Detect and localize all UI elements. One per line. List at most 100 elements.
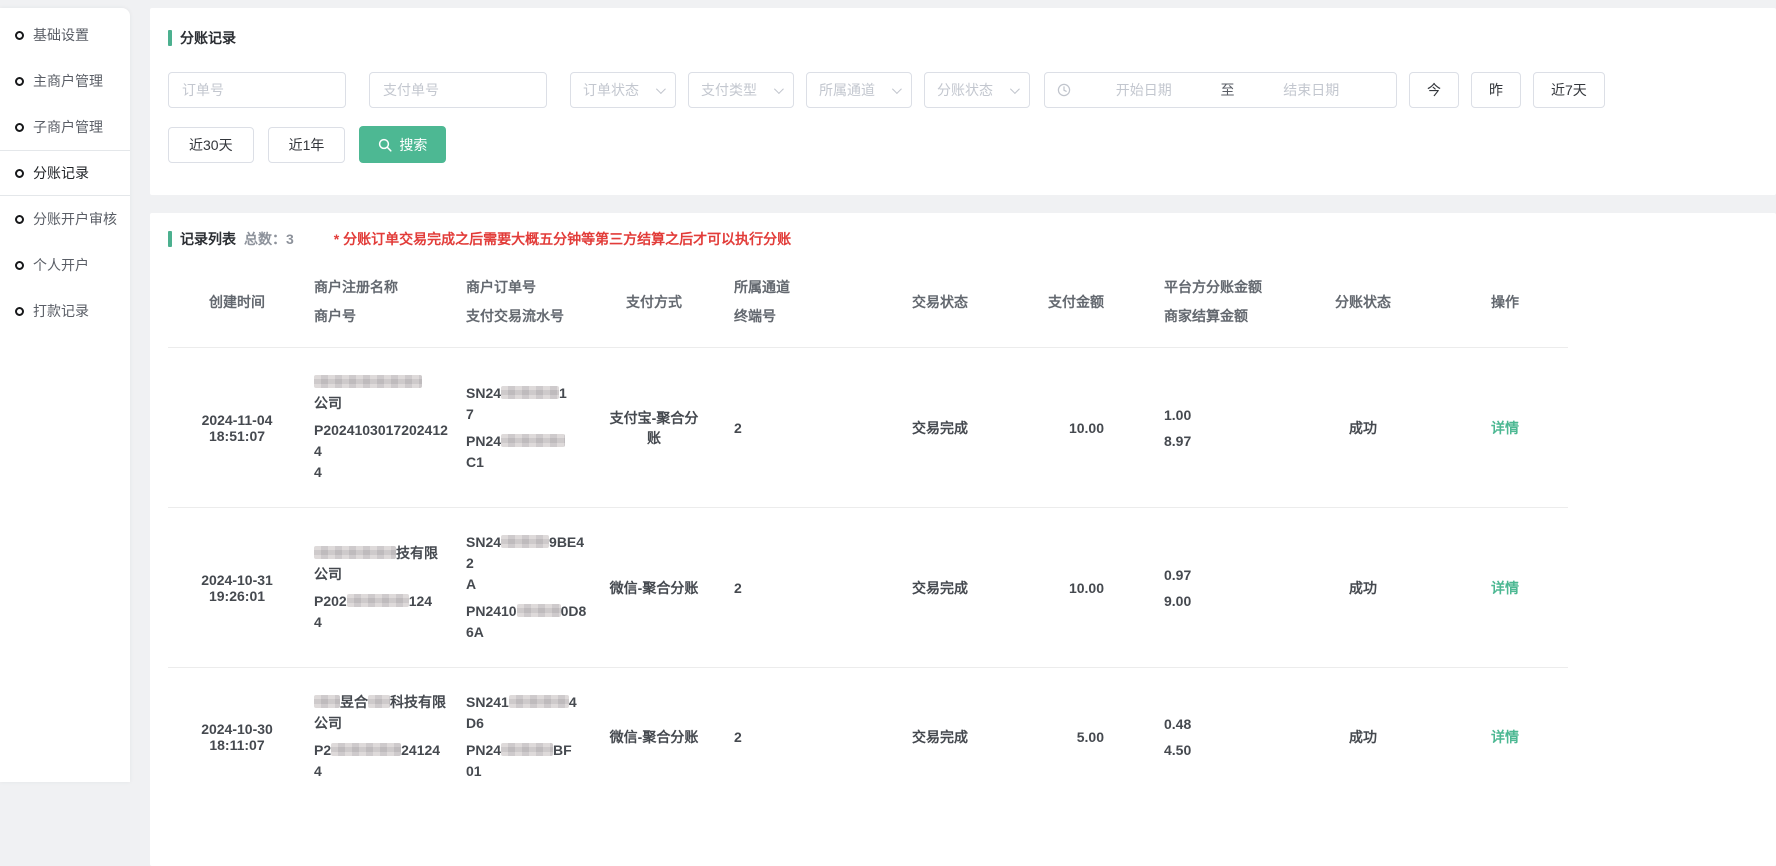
sidebar-item-0[interactable]: 基础设置 [0,12,130,58]
date-range-picker[interactable]: 开始日期 至 结束日期 [1044,72,1397,108]
select-placeholder: 支付类型 [701,80,757,100]
created-time-cell: 2024-11-04 18:51:07 [168,348,306,508]
redacted-text [314,546,396,559]
sidebar-item-3[interactable]: 分账记录 [0,150,130,196]
column-header-2: 商户订单号支付交易流水号 [458,263,598,348]
pay-amount-cell: 5.00 [1020,668,1112,807]
search-icon [378,138,392,152]
order-no-input[interactable] [168,72,346,108]
filter-row-1: 订单状态 支付类型 所属通道 分账状态 开始日期 至 结束日期 今昨近7天 [168,72,1758,108]
records-card: 记录列表 总数：3 * 分账订单交易完成之后需要大概五分钟等第三方结算之后才可以… [150,213,1776,866]
table-header-row: 创建时间商户注册名称商户号商户订单号支付交易流水号支付方式所属通道终端号交易状态… [168,263,1568,348]
main-content: 分账记录 订单状态支付类型所属通道分账状态 开始日期 至 结束日期 [150,0,1776,866]
trade-status-cell: 交易完成 [860,348,1020,508]
column-header-0: 创建时间 [168,263,306,348]
quick-range-button2-0[interactable]: 近30天 [168,127,254,163]
sidebar-item-label: 分账记录 [33,163,89,183]
filter-card: 分账记录 订单状态 支付类型 所属通道 分账状态 开始日期 至 结束日期 [150,8,1776,195]
date-separator: 至 [1217,80,1239,100]
sidebar: 基础设置主商户管理子商户管理分账记录分账开户审核个人开户打款记录 [0,8,130,782]
sidebar-item-label: 分账开户审核 [33,209,117,229]
redacted-text [368,695,390,708]
table-row: 2024-11-04 18:51:07公司P202410301720241244… [168,348,1568,508]
filter-row-2: 近30天近1年 搜索 [168,126,1758,163]
order-cell: SN249BE42APN24100D86A [458,508,598,668]
sidebar-item-1[interactable]: 主商户管理 [0,58,130,104]
sidebar-item-4[interactable]: 分账开户审核 [0,196,130,242]
pay-no-input[interactable] [369,72,547,108]
select-placeholder: 所属通道 [819,80,875,100]
sidebar-item-5[interactable]: 个人开户 [0,242,130,288]
circle-icon [15,307,24,316]
column-header-6: 支付金额 [1020,263,1112,348]
sidebar-item-label: 打款记录 [33,301,89,321]
sidebar-item-label: 主商户管理 [33,71,103,91]
column-header-1: 商户注册名称商户号 [306,263,458,348]
action-cell: 详情 [1442,348,1568,508]
trade-status-cell: 交易完成 [860,668,1020,807]
column-header-5: 交易状态 [860,263,1020,348]
merchant-cell: 技有限公司P2021244 [306,508,458,668]
quick-range-button-1[interactable]: 昨 [1471,72,1521,108]
select-placeholder: 分账状态 [937,80,993,100]
circle-icon [15,77,24,86]
filter-select-2[interactable]: 所属通道 [806,72,912,108]
pay-method-cell: 微信-聚合分账 [598,508,710,668]
search-button-label: 搜索 [399,135,427,155]
column-header-4: 所属通道终端号 [710,263,860,348]
chevron-down-icon [774,84,784,94]
end-date-placeholder[interactable]: 结束日期 [1239,80,1385,100]
filter-select-3[interactable]: 分账状态 [924,72,1030,108]
sidebar-item-label: 子商户管理 [33,117,103,137]
split-amount-cell: 1.008.97 [1112,348,1284,508]
quick-range-button2-1[interactable]: 近1年 [268,127,346,163]
pay-amount-cell: 10.00 [1020,348,1112,508]
select-placeholder: 订单状态 [583,80,639,100]
terminal-cell: 2 [710,668,860,807]
redacted-text [501,434,565,447]
terminal-cell: 2 [710,508,860,668]
app-layout: 基础设置主商户管理子商户管理分账记录分账开户审核个人开户打款记录 分账记录 订单… [0,0,1776,866]
redacted-text [314,695,340,708]
chevron-down-icon [656,84,666,94]
trade-status-cell: 交易完成 [860,508,1020,668]
sidebar-item-2[interactable]: 子商户管理 [0,104,130,150]
title-accent-bar [168,30,172,46]
total-count: 总数：3 [244,229,294,249]
redacted-text [331,743,401,756]
filter-select-0[interactable]: 订单状态 [570,72,676,108]
terminal-cell: 2 [710,348,860,508]
redacted-text [314,375,422,388]
redacted-text [517,604,561,617]
circle-icon [15,169,24,178]
records-table: 创建时间商户注册名称商户号商户订单号支付交易流水号支付方式所属通道终端号交易状态… [168,263,1568,806]
quick-range-button-2[interactable]: 近7天 [1533,72,1605,108]
split-amount-cell: 0.979.00 [1112,508,1284,668]
search-button[interactable]: 搜索 [359,126,446,163]
title-accent-bar [168,231,172,247]
pay-method-cell: 微信-聚合分账 [598,668,710,807]
quick-range-button-0[interactable]: 今 [1409,72,1459,108]
redacted-text [509,695,569,708]
column-header-3: 支付方式 [598,263,710,348]
circle-icon [15,261,24,270]
page-title-text: 分账记录 [180,28,236,48]
start-date-placeholder[interactable]: 开始日期 [1071,80,1217,100]
created-time-cell: 2024-10-30 18:11:07 [168,668,306,807]
filter-select-1[interactable]: 支付类型 [688,72,794,108]
detail-link[interactable]: 详情 [1491,420,1519,436]
detail-link[interactable]: 详情 [1491,729,1519,745]
sidebar-item-6[interactable]: 打款记录 [0,288,130,334]
list-title-row: 记录列表 总数：3 * 分账订单交易完成之后需要大概五分钟等第三方结算之后才可以… [168,229,1758,249]
created-time-cell: 2024-10-31 19:26:01 [168,508,306,668]
order-cell: SN2417PN24C1 [458,348,598,508]
table-row: 2024-10-30 18:11:07昱合科技有限公司P2241244SN241… [168,668,1568,807]
column-header-8: 分账状态 [1284,263,1442,348]
list-title-text: 记录列表 [180,229,236,249]
detail-link[interactable]: 详情 [1491,580,1519,596]
pay-amount-cell: 10.00 [1020,508,1112,668]
sidebar-item-label: 基础设置 [33,25,89,45]
merchant-cell: 昱合科技有限公司P2241244 [306,668,458,807]
redacted-text [347,594,409,607]
table-row: 2024-10-31 19:26:01技有限公司P2021244SN249BE4… [168,508,1568,668]
